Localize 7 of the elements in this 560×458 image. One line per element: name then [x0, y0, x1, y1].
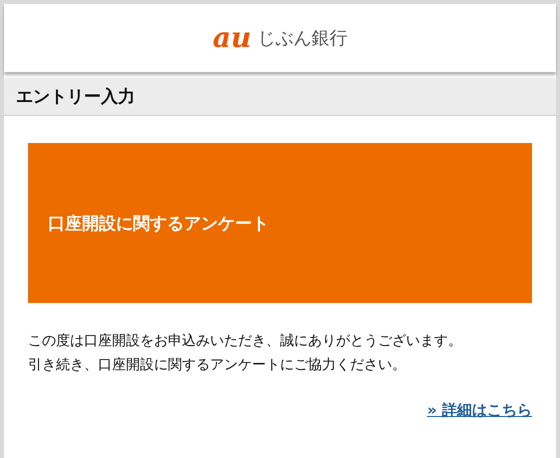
details-link[interactable]: » 詳細はこちら — [427, 401, 532, 420]
logo-mark: au — [212, 24, 252, 52]
section-title: エントリー入力 — [16, 86, 135, 108]
message-text: この度は口座開設をお申込みいただき、誠にありがとうございます。 — [28, 332, 463, 351]
banner-title: 口座開設に関するアンケート — [48, 212, 269, 234]
message-text: 引き続き、口座開設に関するアンケートにご協力ください。 — [28, 356, 407, 375]
logo-text: じぶん銀行 — [257, 27, 348, 50]
